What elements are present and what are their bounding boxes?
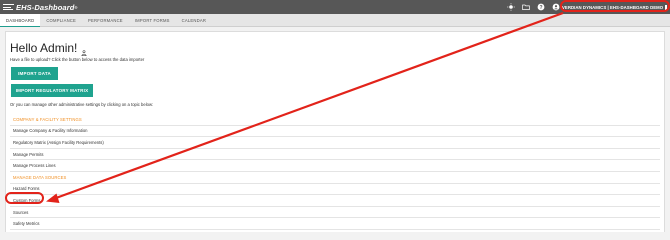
list-item-sources[interactable]: Sources — [10, 207, 660, 219]
manage-prompt: Or you can manage other administrative s… — [10, 102, 154, 107]
list-item-regulatory-matrix[interactable]: Regulatory Matrix (Assign Facility Requi… — [10, 137, 660, 149]
main-nav: DASHBOARD COMPLIANCE PERFORMANCE IMPORT … — [0, 14, 670, 27]
logo-mark-icon — [3, 4, 14, 10]
app-name: EHS-Dashboard — [16, 2, 75, 12]
trademark: ® — [74, 4, 78, 10]
tab-compliance[interactable]: COMPLIANCE — [40, 14, 82, 27]
list-item-hazard-forms[interactable]: Hazard Forms — [10, 184, 660, 196]
list-item-manage-process-lines[interactable]: Manage Process Lines — [10, 160, 660, 172]
import-regulatory-matrix-button[interactable]: IMPORT REGULATORY MATRIX — [11, 84, 93, 97]
greeting-text: Hello Admin! — [10, 41, 78, 55]
list-item-manage-company[interactable]: Manage Company & Facility Information — [10, 126, 660, 138]
folder-icon[interactable] — [522, 3, 530, 11]
user-icon[interactable] — [552, 3, 560, 11]
screenshot-root: EHS-Dashboard ® ? VERDIAN DYNAMICS | EHS-… — [0, 0, 670, 232]
import-data-button[interactable]: IMPORT DATA — [11, 67, 58, 80]
list-item-manage-permits[interactable]: Manage Permits — [10, 149, 660, 161]
page-title: Hello Admin! — [10, 41, 88, 56]
person-icon — [81, 45, 88, 56]
list-item-custom-forms[interactable]: Custom Forms — [10, 195, 660, 207]
svg-text:?: ? — [539, 5, 542, 11]
section-header-data-sources: MANAGE DATA SOURCES — [10, 172, 660, 184]
section-header-company-facility: COMPANY & FACILITY SETTINGS — [10, 114, 660, 126]
annotation-circle-custom-forms — [5, 192, 44, 204]
help-icon[interactable]: ? — [537, 3, 545, 11]
list-item-safety-metrics[interactable]: Safety Metrics — [10, 218, 660, 230]
sun-icon[interactable] — [507, 3, 515, 11]
upload-prompt: Have a file to upload? Click the button … — [10, 57, 145, 62]
tab-import-forms[interactable]: IMPORT FORMS — [129, 14, 176, 27]
settings-list: COMPANY & FACILITY SETTINGS Manage Compa… — [10, 114, 660, 230]
annotation-circle-organization — [560, 0, 670, 12]
tab-dashboard[interactable]: DASHBOARD — [0, 14, 41, 27]
tab-performance[interactable]: PERFORMANCE — [82, 14, 129, 27]
app-logo[interactable]: EHS-Dashboard ® — [3, 3, 77, 12]
admin-panel: Hello Admin! Have a file to upload? Clic… — [5, 31, 665, 232]
header-icons: ? — [507, 3, 560, 11]
tab-calendar[interactable]: CALENDAR — [176, 14, 212, 27]
